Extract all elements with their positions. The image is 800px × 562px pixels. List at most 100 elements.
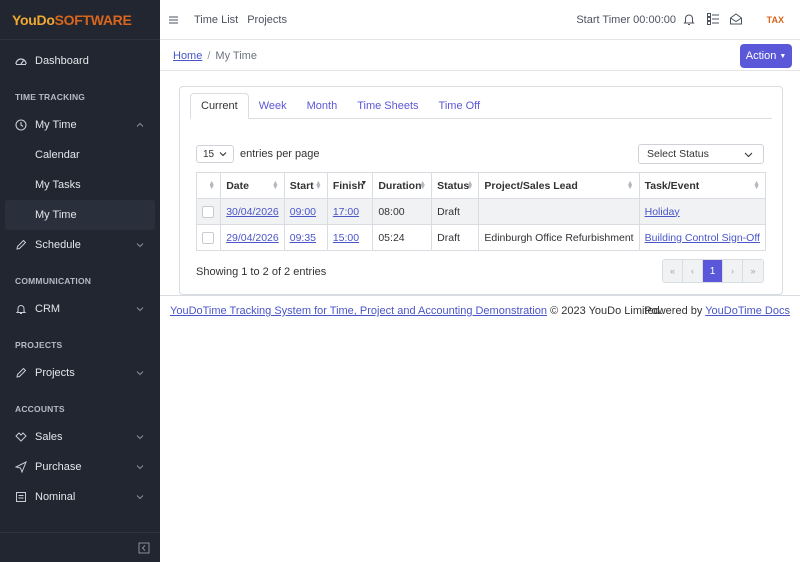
task-cell: Holiday: [638, 198, 767, 225]
pagination-page-current[interactable]: 1: [703, 260, 723, 282]
footer-system-link[interactable]: YouDoTime Tracking System for Time, Proj…: [170, 305, 547, 317]
tax-link[interactable]: TAX: [767, 15, 784, 25]
date-link[interactable]: 30/04/2026: [226, 206, 279, 218]
column-header-date[interactable]: Date ▲ ▼: [220, 172, 285, 199]
start-link[interactable]: 09:35: [290, 232, 316, 244]
row-checkbox[interactable]: [202, 205, 214, 218]
row-checkbox[interactable]: [202, 231, 214, 244]
page-footer: YouDoTime Tracking System for Time, Proj…: [160, 295, 800, 325]
sidebar-item-crm[interactable]: CRM: [0, 294, 160, 324]
task-list-icon[interactable]: [706, 12, 720, 26]
sidebar-item-label: My Time: [35, 119, 77, 131]
section-accounts: ACCOUNTS: [15, 404, 65, 414]
task-link[interactable]: Building Control Sign-Off: [645, 232, 760, 244]
tab-month[interactable]: Month: [297, 93, 348, 119]
pagination-last[interactable]: »: [743, 260, 763, 282]
tab-current[interactable]: Current: [190, 93, 249, 119]
column-header-label: Finish: [332, 179, 364, 192]
column-header-status[interactable]: Status ▲ ▼: [431, 172, 480, 199]
table-info: Showing 1 to 2 of 2 entries: [196, 266, 327, 278]
sidebar-item-sales[interactable]: Sales: [0, 422, 160, 452]
sidebar: YouDo SOFTWARE Dashboard TIME TRACKING My…: [0, 0, 160, 562]
action-button-label: Action: [745, 50, 777, 62]
column-header-duration[interactable]: Duration ▲ ▼: [372, 172, 433, 199]
finish-cell: 15:00: [326, 224, 374, 251]
send-icon: [15, 461, 27, 473]
sidebar-item-my-tasks[interactable]: My Tasks: [0, 170, 160, 200]
bell-icon: [15, 303, 27, 315]
tab-time-sheets[interactable]: Time Sheets: [347, 93, 428, 119]
chevron-down-icon: [135, 368, 145, 378]
clock-icon: [15, 119, 27, 131]
column-header-start[interactable]: Start ▲ ▼: [283, 172, 328, 199]
breadcrumb-current: My Time: [215, 50, 257, 62]
sort-icon: ▲ ▼: [314, 180, 322, 191]
pagination-prev[interactable]: ‹: [683, 260, 703, 282]
sidebar-footer: [0, 532, 160, 562]
sidebar-item-my-time[interactable]: My Time: [0, 110, 160, 140]
start-cell: 09:00: [283, 198, 328, 225]
tab-week[interactable]: Week: [249, 93, 297, 119]
breadcrumb: Home / My Time: [173, 50, 257, 62]
chevron-down-icon: [135, 492, 145, 502]
pagination: « ‹ 1 › »: [662, 259, 764, 283]
finish-link[interactable]: 17:00: [333, 206, 359, 218]
sidebar-item-dashboard[interactable]: Dashboard: [0, 46, 160, 76]
sidebar-item-projects[interactable]: Projects: [0, 358, 160, 388]
date-link[interactable]: 29/04/2026: [226, 232, 279, 244]
sidebar-item-schedule[interactable]: Schedule: [0, 230, 160, 260]
duration-cell: 05:24: [372, 224, 433, 251]
sidebar-item-label: Purchase: [35, 461, 82, 473]
duration-cell: 08:00: [372, 198, 433, 225]
column-header-project[interactable]: Project/Sales Lead ▲ ▼: [478, 172, 640, 199]
caret-down-icon: ▼: [779, 52, 787, 60]
list-box-icon: [15, 491, 27, 503]
mail-icon[interactable]: [729, 12, 743, 26]
sidebar-item-calendar[interactable]: Calendar: [0, 140, 160, 170]
breadcrumb-home-link[interactable]: Home: [173, 50, 202, 62]
handshake-icon: [15, 431, 27, 443]
column-header-finish[interactable]: Finish ▼: [326, 172, 374, 199]
footer-docs-link[interactable]: YouDoTime Docs: [705, 305, 790, 317]
notification-bell-icon[interactable]: [682, 12, 696, 26]
brand-part1: YouDo: [12, 11, 55, 28]
start-cell: 09:35: [283, 224, 328, 251]
sort-icon: ▲ ▼: [626, 180, 634, 191]
brand-part2: SOFTWARE: [54, 11, 132, 28]
row-select-cell: [195, 224, 222, 251]
sidebar-item-label: Projects: [35, 367, 75, 379]
table-row[interactable]: 30/04/2026 09:00 17:00 08:00 Draft Holid…: [195, 198, 767, 225]
task-link[interactable]: Holiday: [645, 206, 680, 218]
finish-link[interactable]: 15:00: [333, 232, 359, 244]
sidebar-item-label: Dashboard: [35, 55, 89, 67]
chevron-down-icon: [135, 462, 145, 472]
section-time-tracking: TIME TRACKING: [15, 92, 86, 102]
header-link-time-list[interactable]: Time List: [194, 14, 238, 26]
select-column-header[interactable]: ▲ ▼: [195, 172, 222, 199]
status-cell: Draft: [431, 198, 480, 225]
hamburger-menu-icon[interactable]: [168, 14, 180, 26]
pagination-first[interactable]: «: [663, 260, 683, 282]
header-link-projects[interactable]: Projects: [247, 14, 287, 26]
page-length-select[interactable]: 15: [196, 145, 234, 163]
status-filter-select[interactable]: Select Status: [638, 144, 764, 164]
sidebar-item-label: Schedule: [35, 239, 81, 251]
sidebar-item-purchase[interactable]: Purchase: [0, 452, 160, 482]
sidebar-item-nominal[interactable]: Nominal: [0, 482, 160, 512]
start-timer-button[interactable]: Start Timer 00:00:00: [576, 14, 676, 26]
table-row[interactable]: 29/04/2026 09:35 15:00 05:24 Draft Edinb…: [195, 224, 767, 251]
project-cell: [478, 198, 640, 225]
tab-time-off[interactable]: Time Off: [429, 93, 491, 119]
chevron-down-icon: [744, 150, 753, 159]
pagination-next[interactable]: ›: [723, 260, 743, 282]
collapse-sidebar-icon[interactable]: [138, 542, 150, 554]
brand-logo[interactable]: YouDo SOFTWARE: [0, 0, 160, 40]
column-header-task[interactable]: Task/Event ▲ ▼: [638, 172, 767, 199]
sidebar-item-my-time-sub[interactable]: My Time: [5, 200, 155, 230]
start-link[interactable]: 09:00: [290, 206, 316, 218]
action-dropdown-button[interactable]: Action ▼: [740, 44, 792, 68]
sidebar-item-label: Sales: [35, 431, 63, 443]
chevron-down-icon: [219, 150, 227, 158]
sort-icon: ▲ ▼: [466, 180, 474, 191]
chevron-down-icon: [135, 432, 145, 442]
